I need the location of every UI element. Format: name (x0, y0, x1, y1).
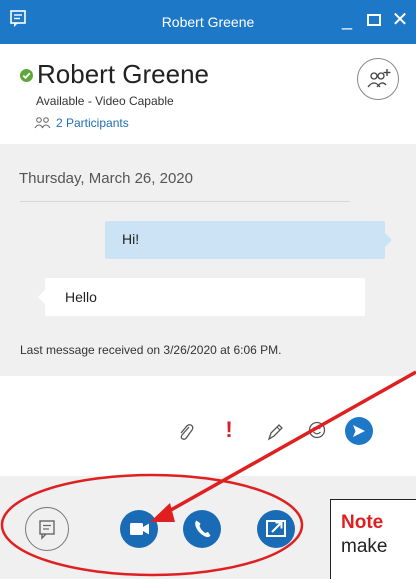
phone-icon (195, 520, 211, 538)
available-status-icon (20, 69, 33, 82)
paperclip-icon[interactable] (177, 422, 195, 447)
annotation-note: Note make (330, 499, 416, 579)
contact-header: Robert Greene Available - Video Capable … (0, 44, 416, 144)
participants-link[interactable]: 2 Participants (34, 116, 129, 130)
add-people-icon (367, 69, 391, 88)
participants-icon (34, 117, 51, 129)
compose-toolbar: ! (0, 376, 416, 476)
im-button[interactable] (25, 507, 69, 551)
im-icon (39, 520, 55, 540)
date-divider (20, 201, 350, 202)
presence-status: Available - Video Capable (36, 94, 174, 108)
present-button[interactable] (257, 510, 295, 548)
maximize-button[interactable] (362, 10, 386, 34)
outgoing-message: Hi! (105, 221, 392, 259)
add-people-button[interactable] (357, 58, 399, 100)
video-camera-icon (130, 523, 149, 535)
audio-call-button[interactable] (183, 510, 221, 548)
contact-name: Robert Greene (37, 59, 209, 89)
conversation-history[interactable]: Thursday, March 26, 2020 Hi! Hello Last … (0, 144, 416, 376)
pen-icon[interactable] (266, 422, 284, 447)
conversation-date: Thursday, March 26, 2020 (19, 170, 193, 187)
title-bar: Robert Greene _ ✕ (0, 0, 416, 44)
close-button[interactable]: ✕ (388, 8, 412, 32)
compose-area[interactable]: ! (0, 376, 416, 476)
present-screen-icon (266, 520, 286, 537)
exclamation-icon[interactable]: ! (223, 418, 235, 442)
video-call-button[interactable] (120, 510, 158, 548)
emoji-icon[interactable] (307, 420, 327, 445)
minimize-button[interactable]: _ (335, 8, 359, 32)
send-icon (353, 425, 365, 437)
participants-label: 2 Participants (56, 116, 129, 130)
note-title: Note (341, 512, 384, 533)
note-text: make (341, 536, 388, 557)
last-message-info: Last message received on 3/26/2020 at 6:… (20, 343, 282, 357)
send-button[interactable] (345, 417, 373, 445)
incoming-message: Hello (38, 278, 365, 316)
